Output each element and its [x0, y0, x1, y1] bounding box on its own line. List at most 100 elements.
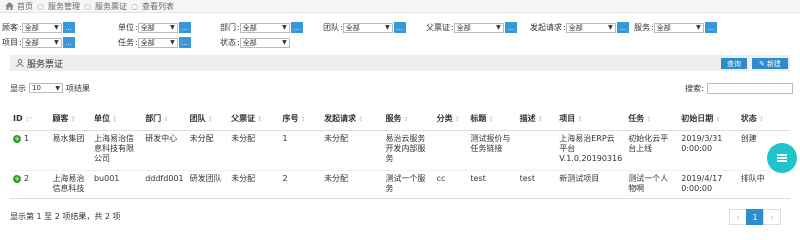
home-icon[interactable]	[5, 2, 14, 10]
cell-text: 1	[24, 133, 30, 143]
column-header[interactable]: 服务 ↕	[382, 108, 434, 131]
department-picker-button[interactable]: ...	[290, 22, 303, 33]
column-header[interactable]: 序号 ↕	[279, 108, 322, 131]
column-header[interactable]: 描述 ↕	[516, 108, 557, 131]
sort-icon: ↕	[70, 116, 76, 124]
cell-project: 上海易治ERP云平台V.1.0.20190316	[556, 130, 626, 171]
sort-icon: ↕	[488, 116, 494, 124]
team-picker-button[interactable]: ...	[393, 22, 406, 33]
pencil-icon: ✎	[759, 59, 765, 68]
cell-parent-ticket: 未分配	[228, 170, 280, 199]
column-header[interactable]: 标题 ↕	[467, 108, 517, 131]
department-select[interactable]: 全部 ▼	[239, 22, 290, 33]
column-label: 分类	[436, 114, 453, 124]
select-value: 全部	[456, 23, 471, 32]
expand-row-icon[interactable]: +	[13, 134, 21, 143]
unit-select[interactable]: 全部 ▼	[137, 22, 178, 33]
search-control: 搜索:	[685, 82, 793, 94]
unit-picker-button[interactable]: ...	[178, 22, 191, 33]
select-value: 全部	[24, 38, 39, 47]
column-header[interactable]: 发起请求 ↕	[321, 108, 383, 131]
filter-project: 项目: 全部 ▼ ...	[2, 37, 75, 48]
column-label: 描述	[519, 114, 536, 124]
filter-status: 状态: 全部 ▼	[220, 37, 290, 48]
task-select[interactable]: 全部 ▼	[137, 37, 178, 48]
cell-request: 未分配	[321, 170, 383, 199]
page-length-prefix: 显示	[10, 83, 26, 93]
customer-picker-button[interactable]: ...	[62, 22, 75, 33]
dropdown-arrow-icon: ▼	[282, 24, 287, 31]
select-value: 10	[32, 84, 41, 92]
sort-icon: ↕	[577, 116, 583, 124]
column-header[interactable]: 团队 ↕	[186, 108, 229, 131]
select-value: 全部	[656, 23, 671, 32]
column-label: 发起请求	[324, 114, 357, 124]
cell-category	[433, 130, 468, 171]
column-label: 单位	[93, 114, 110, 124]
column-label: 团队	[189, 114, 206, 124]
floating-menu-button[interactable]	[767, 143, 797, 173]
search-label: 搜索:	[685, 83, 704, 93]
sort-icon: ↕	[111, 116, 117, 124]
service-select[interactable]: 全部 ▼	[653, 22, 704, 33]
column-header[interactable]: 顾客 ↕	[49, 108, 91, 131]
breadcrumb-service-mgmt[interactable]: ○ 服务管理	[33, 1, 80, 12]
page-button[interactable]: 1	[746, 209, 764, 225]
hamburger-icon	[777, 153, 787, 163]
project-picker-button[interactable]: ...	[62, 37, 75, 48]
next-page-button[interactable]: ›	[763, 209, 781, 225]
filter-label: 团队	[323, 23, 339, 32]
column-label: 顾客	[52, 114, 69, 124]
column-header[interactable]: 状态 ↕	[737, 108, 790, 131]
request-select[interactable]: 全部 ▼	[565, 22, 616, 33]
column-header[interactable]: 单位 ↕	[90, 108, 143, 131]
filter-label: 服务	[634, 23, 650, 32]
filter-service: 服务: 全部 ▼ ...	[634, 22, 717, 33]
sort-icon: ↕	[163, 116, 169, 124]
cell-parent-ticket: 未分配	[228, 130, 280, 171]
column-header[interactable]: 项目 ↕	[556, 108, 626, 131]
cell-team: 未分配	[186, 130, 229, 171]
filter-request: 发起请求: 全部 ▼ ...	[530, 22, 629, 33]
request-picker-button[interactable]: ...	[616, 22, 629, 33]
select-value: 全部	[242, 23, 257, 32]
column-header[interactable]: 初始日期 ↕	[678, 108, 738, 131]
cell-category: cc	[433, 170, 468, 199]
column-header[interactable]: 任务 ↕	[625, 108, 679, 131]
cell-seq: 2	[279, 170, 322, 199]
sort-icon: ↕	[207, 116, 213, 124]
column-header[interactable]: 部门 ↕	[142, 108, 187, 131]
search-input[interactable]	[706, 82, 793, 94]
breadcrumb-label: 查看列表	[141, 1, 174, 11]
new-button[interactable]: ✎ 新建	[752, 58, 788, 69]
customer-select[interactable]: 全部 ▼	[21, 22, 62, 33]
prev-page-button[interactable]: ‹	[729, 209, 747, 225]
breadcrumb-service-ticket[interactable]: ○ 服务票证	[80, 1, 127, 12]
table-row[interactable]: +2 上海易治信息科技 bu001 dddfd001 研发团队 未分配 2 未分…	[10, 170, 790, 199]
parent-ticket-picker-button[interactable]: ...	[504, 22, 517, 33]
column-header[interactable]: 分类 ↕	[433, 108, 468, 131]
select-value: 全部	[242, 38, 257, 47]
dropdown-arrow-icon: ▼	[170, 24, 175, 31]
select-value: 全部	[140, 23, 155, 32]
sort-icon: ↕	[715, 116, 721, 124]
column-header[interactable]: 父票证 ↕	[228, 108, 280, 131]
page-length-select[interactable]: 10 ▼	[29, 83, 63, 93]
select-value: 全部	[24, 23, 39, 32]
task-picker-button[interactable]: ...	[178, 37, 191, 48]
cell-task: 初始化云平台上线	[625, 130, 679, 171]
breadcrumb-home[interactable]: 首页	[17, 1, 33, 12]
status-select[interactable]: 全部 ▼	[239, 37, 290, 48]
expand-row-icon[interactable]: +	[13, 174, 21, 183]
team-select[interactable]: 全部 ▼	[342, 22, 393, 33]
table-row[interactable]: +1 易水集团 上海易治信息科技有限公司 研发中心 未分配 未分配 1 未分配 …	[10, 130, 790, 171]
column-label: 项目	[559, 114, 576, 124]
cell-department: 研发中心	[142, 130, 187, 171]
service-picker-button[interactable]: ...	[704, 22, 717, 33]
dropdown-arrow-icon: ▼	[54, 24, 59, 31]
parent-ticket-select[interactable]: 全部 ▼	[453, 22, 504, 33]
query-button[interactable]: 查询	[721, 58, 747, 69]
column-header[interactable]: ID ↓ᵃ	[10, 108, 50, 131]
sort-icon: ↕	[403, 116, 409, 124]
project-select[interactable]: 全部 ▼	[21, 37, 62, 48]
